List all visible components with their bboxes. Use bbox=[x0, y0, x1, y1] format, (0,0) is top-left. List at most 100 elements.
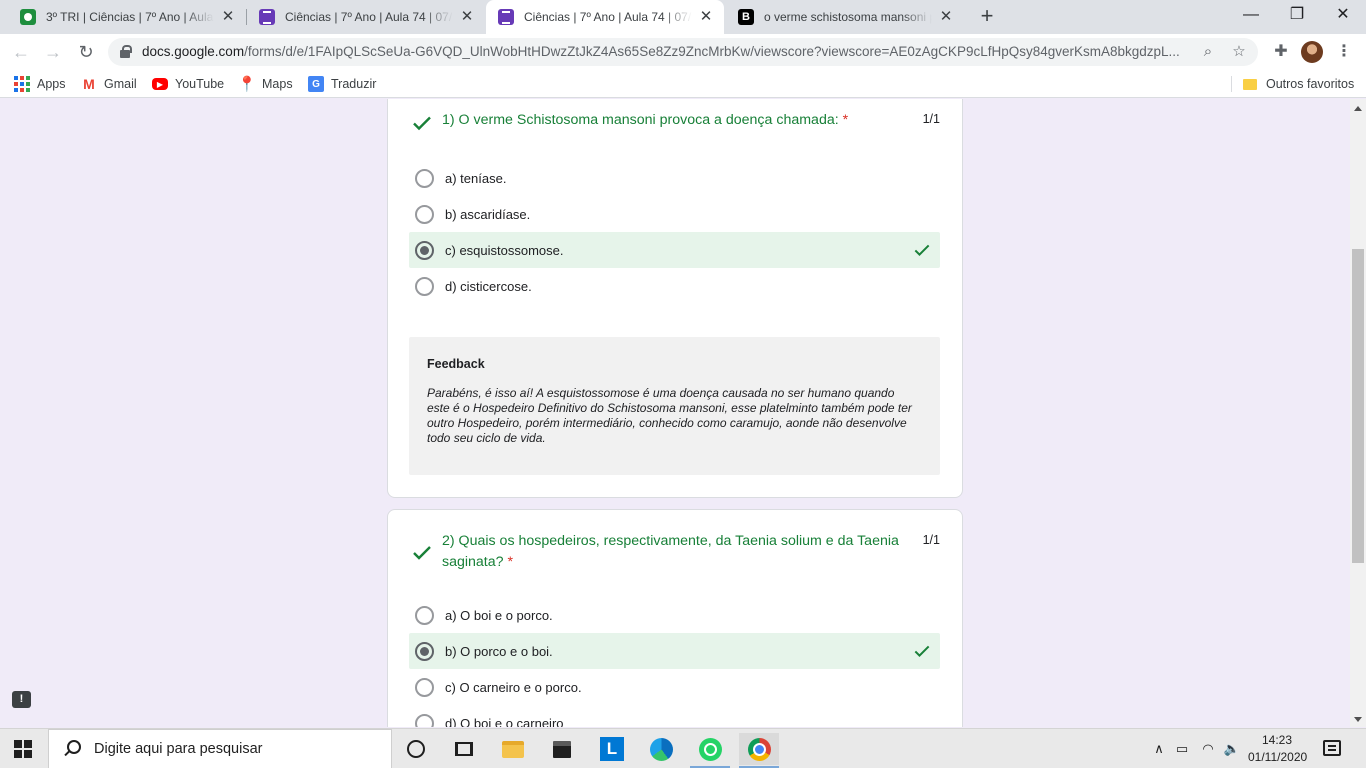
bookmark-translate[interactable]: G Traduzir bbox=[308, 75, 376, 93]
tab-title: Ciências | 7º Ano | Aula 74 | 07/10 bbox=[524, 10, 692, 24]
close-window-button[interactable]: ✕ bbox=[1320, 0, 1366, 32]
cortana-button[interactable] bbox=[396, 733, 436, 765]
radio-button-selected[interactable] bbox=[415, 240, 434, 260]
windows-start-icon[interactable] bbox=[14, 740, 32, 758]
microsoft-store-button[interactable] bbox=[542, 733, 582, 765]
bookmarks-divider bbox=[1231, 76, 1232, 92]
bookmark-other-favorites[interactable]: Outros favoritos bbox=[1243, 75, 1354, 93]
tab-1[interactable]: 3º TRI | Ciências | 7º Ano | Aula 74 ✕ bbox=[8, 0, 246, 34]
l-app-icon: L bbox=[600, 737, 624, 761]
tab-4[interactable]: B o verme schistosoma mansoni provoca ✕ bbox=[726, 0, 964, 34]
classroom-icon bbox=[20, 9, 36, 25]
address-bar[interactable]: docs.google.com/forms/d/e/1FAIpQLScSeUa-… bbox=[108, 38, 1258, 66]
radio-button[interactable] bbox=[415, 605, 434, 625]
check-icon bbox=[413, 116, 431, 131]
file-explorer-button[interactable] bbox=[493, 733, 533, 765]
close-icon[interactable]: ✕ bbox=[220, 9, 236, 25]
bookmark-maps[interactable]: 📍 Maps bbox=[238, 75, 293, 93]
scrollbar-thumb[interactable] bbox=[1352, 249, 1364, 563]
bookmark-star-icon[interactable]: ☆ bbox=[1229, 42, 1249, 62]
battery-icon[interactable]: ▭ bbox=[1172, 729, 1192, 768]
option-d[interactable]: d) cisticercose. bbox=[409, 268, 940, 304]
question-score: 1/1 bbox=[922, 533, 940, 547]
option-a[interactable]: a) O boi e o porco. bbox=[409, 597, 940, 633]
close-icon[interactable]: ✕ bbox=[459, 9, 475, 25]
reload-button[interactable]: ↻ bbox=[74, 40, 98, 64]
question-score: 1/1 bbox=[922, 112, 940, 126]
page-scrollbar[interactable] bbox=[1350, 99, 1366, 727]
radio-button[interactable] bbox=[415, 276, 434, 296]
bookmark-label: Apps bbox=[37, 77, 66, 91]
option-c-selected-correct[interactable]: c) esquistossomose. bbox=[409, 232, 940, 268]
scroll-down-arrow-icon[interactable] bbox=[1354, 717, 1362, 722]
radio-button-selected[interactable] bbox=[415, 641, 434, 661]
new-tab-button[interactable]: + bbox=[976, 5, 998, 27]
option-a[interactable]: a) teníase. bbox=[409, 160, 940, 196]
question-text: 1) O verme Schistosoma mansoni provoca a… bbox=[442, 112, 839, 128]
close-icon[interactable]: ✕ bbox=[698, 9, 714, 25]
tab-2[interactable]: Ciências | 7º Ano | Aula 74 | 07/10 ✕ bbox=[247, 0, 485, 34]
close-icon[interactable]: ✕ bbox=[938, 9, 954, 25]
option-label: b) ascaridíase. bbox=[445, 206, 531, 222]
option-d[interactable]: d) O boi e o carneiro bbox=[409, 705, 940, 727]
volume-icon[interactable]: 🔈 bbox=[1222, 729, 1242, 768]
folder-icon bbox=[502, 740, 524, 758]
url-host: docs.google.com bbox=[142, 44, 245, 59]
show-hidden-icons-chevron-up-icon[interactable]: ∧ bbox=[1150, 729, 1168, 768]
option-c[interactable]: c) O carneiro e o porco. bbox=[409, 669, 940, 705]
translate-icon: G bbox=[308, 76, 324, 92]
option-label: b) O porco e o boi. bbox=[445, 643, 553, 659]
store-bag-icon bbox=[553, 740, 571, 758]
back-button[interactable]: ← bbox=[9, 40, 33, 64]
notification-center-icon[interactable] bbox=[1323, 740, 1341, 756]
option-label: c) esquistossomose. bbox=[445, 242, 564, 258]
windows-taskbar: Digite aqui para pesquisar L ∧ ▭ ◠ 🔈 14:… bbox=[0, 728, 1366, 768]
radio-button[interactable] bbox=[415, 168, 434, 188]
restore-button[interactable]: ❐ bbox=[1274, 0, 1320, 32]
option-label: a) teníase. bbox=[445, 170, 507, 186]
whatsapp-button[interactable] bbox=[690, 733, 730, 768]
option-label: c) O carneiro e o porco. bbox=[445, 679, 582, 695]
option-b[interactable]: b) ascaridíase. bbox=[409, 196, 940, 232]
question-title: 2) Quais os hospedeiros, respectivamente… bbox=[442, 531, 923, 573]
lock-icon bbox=[120, 45, 132, 58]
bookmark-gmail[interactable]: M Gmail bbox=[81, 75, 137, 93]
bookmark-label: Gmail bbox=[104, 77, 137, 91]
report-problem-icon[interactable]: ! bbox=[12, 691, 31, 708]
tab-3-active[interactable]: Ciências | 7º Ano | Aula 74 | 07/10 ✕ bbox=[486, 0, 724, 34]
tab-title: o verme schistosoma mansoni provoca bbox=[764, 10, 932, 24]
browser-toolbar: ← → ↻ docs.google.com/forms/d/e/1FAIpQLS… bbox=[0, 34, 1366, 70]
radio-button[interactable] bbox=[415, 677, 434, 697]
taskbar-search-box[interactable]: Digite aqui para pesquisar bbox=[48, 729, 392, 768]
taskbar-clock[interactable]: 14:23 01/11/2020 bbox=[1248, 732, 1307, 766]
browser-tab-strip: 3º TRI | Ciências | 7º Ano | Aula 74 ✕ C… bbox=[0, 0, 1366, 34]
chrome-icon bbox=[747, 737, 771, 761]
minimize-button[interactable]: — bbox=[1228, 0, 1274, 32]
l-app-button[interactable]: L bbox=[592, 733, 632, 765]
chrome-button[interactable] bbox=[739, 733, 779, 768]
task-view-button[interactable] bbox=[444, 733, 484, 765]
search-placeholder: Digite aqui para pesquisar bbox=[94, 741, 263, 757]
extensions-puzzle-icon[interactable]: ✚ bbox=[1270, 41, 1292, 63]
forms-icon bbox=[498, 9, 514, 25]
wifi-icon[interactable]: ◠ bbox=[1197, 729, 1219, 768]
whatsapp-icon bbox=[698, 737, 722, 761]
zoom-search-icon[interactable]: ⌕ bbox=[1198, 42, 1218, 62]
radio-button[interactable] bbox=[415, 204, 434, 224]
bookmark-label: Maps bbox=[262, 77, 293, 91]
radio-button[interactable] bbox=[415, 713, 434, 727]
browser-menu-icon[interactable]: ⋮ bbox=[1334, 41, 1354, 63]
form-page: 1) O verme Schistosoma mansoni provoca a… bbox=[0, 99, 1350, 727]
option-b-selected-correct[interactable]: b) O porco e o boi. bbox=[409, 633, 940, 669]
forms-icon bbox=[259, 9, 275, 25]
bookmark-apps[interactable]: Apps bbox=[14, 75, 66, 93]
url-text[interactable]: docs.google.com/forms/d/e/1FAIpQLScSeUa-… bbox=[142, 38, 1192, 66]
tab-title: Ciências | 7º Ano | Aula 74 | 07/10 bbox=[285, 10, 453, 24]
forward-button[interactable]: → bbox=[41, 40, 65, 64]
task-view-icon bbox=[455, 742, 473, 756]
edge-button[interactable] bbox=[641, 733, 681, 765]
bookmark-youtube[interactable]: ▶ YouTube bbox=[152, 75, 224, 93]
scroll-up-arrow-icon[interactable] bbox=[1354, 106, 1362, 111]
profile-avatar[interactable] bbox=[1301, 41, 1323, 63]
question-card-1: 1) O verme Schistosoma mansoni provoca a… bbox=[387, 99, 963, 498]
